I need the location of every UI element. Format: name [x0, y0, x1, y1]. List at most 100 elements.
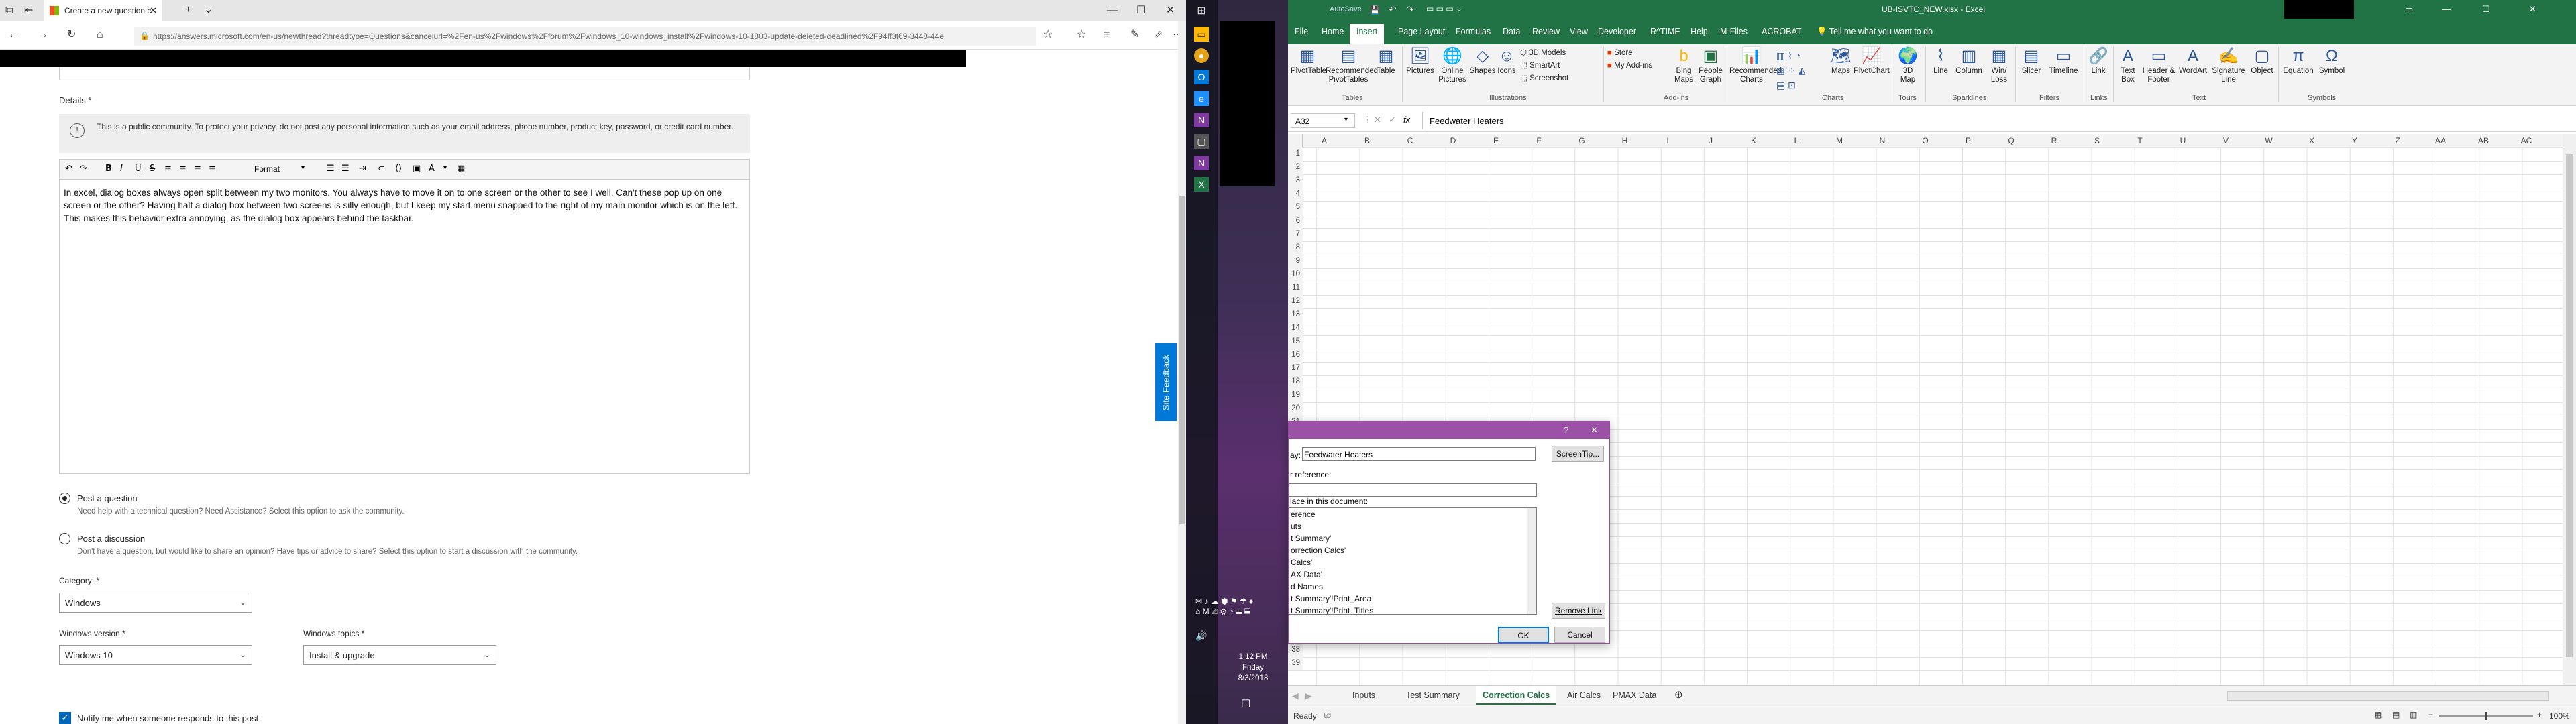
clock[interactable]: 1:12 PM Friday 8/3/2018: [1220, 652, 1287, 684]
list-item[interactable]: t Summary'!Print_Titles: [1291, 605, 1536, 614]
system-tray[interactable]: ✉ ♪ ☁ ⬢ ⚑ ☂ ♦ ⌂ M ⎚ ⚙ ◔ ☰ ⬓: [1195, 597, 1286, 621]
undo-icon[interactable]: ↶: [1389, 4, 1397, 15]
maximize-icon[interactable]: ☐: [2482, 4, 2490, 15]
bold-icon[interactable]: B: [105, 164, 112, 174]
excel-icon[interactable]: X: [1194, 177, 1209, 192]
maximize-icon[interactable]: ☐: [1136, 5, 1146, 16]
column-header[interactable]: L: [1775, 136, 1818, 145]
align-center-icon[interactable]: ≡: [179, 164, 186, 174]
line-sparkline-button[interactable]: ⌇ Line: [1928, 47, 1953, 76]
favorites-icon[interactable]: ☆: [1077, 29, 1086, 40]
column-header[interactable]: K: [1732, 136, 1775, 145]
dialog-close-icon[interactable]: ✕: [1591, 425, 1598, 436]
row-header[interactable]: 13: [1288, 308, 1303, 322]
list-item[interactable]: Calcs': [1291, 556, 1536, 568]
store-button[interactable]: ■ Store: [1607, 47, 1652, 60]
tab-view[interactable]: View: [1570, 27, 1588, 36]
recommended-pivottables-button[interactable]: ▤ Recommended PivotTables: [1326, 47, 1378, 84]
link-button[interactable]: 🔗 Link: [2086, 47, 2110, 76]
volume-icon[interactable]: 🔊: [1195, 630, 1207, 642]
outlook-icon[interactable]: O: [1194, 70, 1209, 84]
column-header[interactable]: N: [1861, 136, 1904, 145]
cancel-button[interactable]: Cancel: [1554, 627, 1605, 643]
format-chevron-icon[interactable]: ▾: [301, 164, 305, 172]
pictures-button[interactable]: 🖼 Pictures: [1405, 47, 1436, 76]
zoom-in-icon[interactable]: +: [2537, 710, 2542, 719]
column-header[interactable]: Y: [2333, 136, 2376, 145]
tab-file[interactable]: File: [1295, 27, 1308, 36]
table-icon[interactable]: ▦: [457, 164, 465, 174]
winloss-sparkline-button[interactable]: ▦ Win/ Loss: [1986, 47, 2012, 84]
column-header[interactable]: A: [1303, 136, 1346, 145]
shapes-button[interactable]: ◇ Shapes: [1469, 47, 1496, 76]
object-button[interactable]: ▢ Object: [2249, 47, 2275, 76]
column-header[interactable]: I: [1646, 136, 1689, 145]
column-header[interactable]: Z: [2376, 136, 2419, 145]
enter-formula-icon[interactable]: ✓: [1389, 115, 1396, 125]
chart-type-buttons[interactable]: ▥ ⌇ ◔ ▧ ⁘ ◭ ▤ ⊡: [1776, 48, 1830, 93]
category-select[interactable]: Windows ⌄: [59, 593, 252, 613]
column-header[interactable]: Q: [1990, 136, 2033, 145]
maps-button[interactable]: 🗺 Maps: [1829, 47, 1853, 76]
tab-formulas[interactable]: Formulas: [1456, 27, 1491, 36]
tab-help[interactable]: Help: [1690, 27, 1708, 36]
row-header[interactable]: 11: [1288, 282, 1303, 295]
edge-icon[interactable]: e: [1194, 91, 1209, 106]
tab-data[interactable]: Data: [1503, 27, 1520, 36]
tab-mfiles[interactable]: M-Files: [1720, 27, 1748, 36]
ribbon-display-icon[interactable]: ▭: [2405, 4, 2413, 15]
minimize-icon[interactable]: —: [2442, 4, 2451, 14]
code-icon[interactable]: ⟨⟩: [395, 164, 402, 174]
tell-me-box[interactable]: 💡 Tell me what you want to do: [1817, 27, 1933, 37]
minimize-icon[interactable]: —: [1107, 5, 1118, 16]
list-scrollbar[interactable]: [1527, 508, 1536, 614]
image-icon[interactable]: ▣: [413, 164, 421, 174]
row-header[interactable]: 5: [1288, 201, 1303, 215]
notes-icon[interactable]: ✎: [1130, 29, 1139, 40]
sheet-tab[interactable]: Test Summary: [1406, 690, 1460, 700]
windows-start-icon[interactable]: ⊞: [1194, 4, 1209, 19]
place-in-document-list[interactable]: erence uts t Summary' orrection Calcs' C…: [1289, 507, 1537, 615]
screentip-button[interactable]: ScreenTip...: [1552, 446, 1604, 462]
page-break-view-icon[interactable]: ▥: [2410, 710, 2417, 719]
vertical-scrollbar[interactable]: [2563, 134, 2576, 685]
post-discussion-radio[interactable]: [59, 533, 70, 544]
row-header[interactable]: 7: [1288, 228, 1303, 241]
close-tab-icon[interactable]: ✕: [150, 5, 157, 16]
redo-icon[interactable]: ↷: [1406, 4, 1414, 15]
tab-preview-icon[interactable]: ⌄: [204, 5, 213, 15]
row-header[interactable]: 15: [1288, 335, 1303, 349]
page-scrollbar[interactable]: [1178, 21, 1186, 724]
reading-list-icon[interactable]: ≡: [1104, 29, 1110, 40]
scrollbar-thumb[interactable]: [2566, 154, 2573, 657]
column-header[interactable]: H: [1603, 136, 1646, 145]
link-icon[interactable]: ⊂: [378, 164, 385, 174]
row-header[interactable]: 3: [1288, 174, 1303, 188]
back-tabs-icon[interactable]: ⇤: [24, 5, 33, 16]
sheet-tab[interactable]: Air Calcs: [1567, 690, 1601, 700]
formula-input[interactable]: Feedwater Heaters: [1422, 112, 2563, 129]
smartart-button[interactable]: ⬚ SmartArt: [1520, 60, 1568, 72]
column-header[interactable]: D: [1432, 136, 1474, 145]
zoom-slider[interactable]: [2439, 712, 2533, 720]
table-button[interactable]: ▦ Table: [1373, 47, 1399, 76]
recommended-charts-button[interactable]: 📊 Recommended Charts: [1729, 47, 1782, 84]
3d-map-button[interactable]: 🌍 3D Map: [1894, 47, 1921, 84]
bullet-list-icon[interactable]: ☰: [327, 164, 335, 174]
justify-icon[interactable]: ≡: [209, 164, 216, 174]
people-graph-button[interactable]: ▣ People Graph: [1697, 47, 1724, 84]
row-header[interactable]: 17: [1288, 362, 1303, 375]
column-header[interactable]: P: [1947, 136, 1990, 145]
prev-sheet-icon[interactable]: ◀: [1292, 690, 1299, 701]
align-right-icon[interactable]: ≡: [194, 164, 201, 174]
home-icon[interactable]: ⌂: [97, 29, 103, 40]
sheet-tab[interactable]: PMAX Data: [1613, 690, 1656, 700]
format-dropdown[interactable]: Format: [254, 164, 280, 174]
notify-checkbox[interactable]: ✓: [59, 712, 71, 724]
row-header[interactable]: 38: [1288, 644, 1303, 657]
column-header[interactable]: C: [1389, 136, 1432, 145]
new-tab-icon[interactable]: +: [185, 5, 191, 15]
normal-view-icon[interactable]: ▦: [2375, 710, 2382, 719]
list-item[interactable]: erence: [1291, 508, 1536, 520]
zoom-slider-thumb[interactable]: [2485, 712, 2487, 720]
